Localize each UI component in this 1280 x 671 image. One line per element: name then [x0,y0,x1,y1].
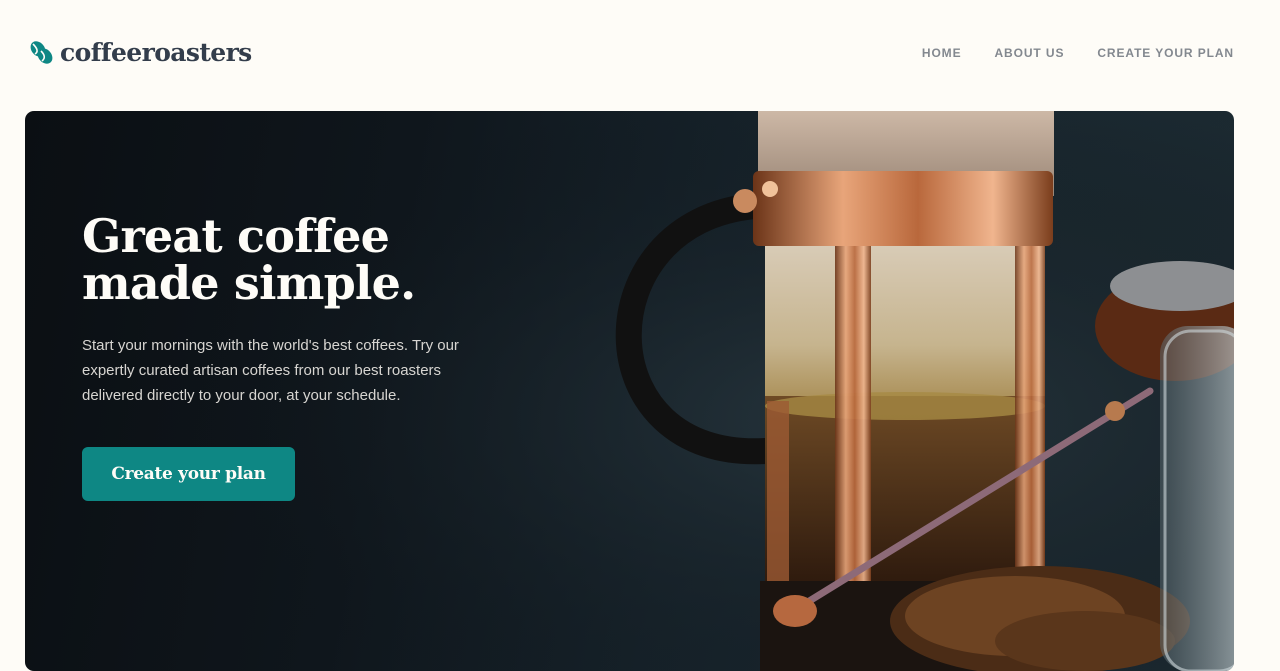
coffee-bean-icon [30,40,53,64]
brand-name: coffeeroasters [60,37,252,67]
nav-about-link[interactable]: ABOUT US [994,46,1064,60]
hero-section: Great coffee made simple. Start your mor… [25,111,1234,671]
nav-home-link[interactable]: HOME [922,46,962,60]
hero-description: Start your mornings with the world's bes… [82,337,459,404]
nav-create-plan-link[interactable]: CREATE YOUR PLAN [1097,46,1234,60]
brand-logo[interactable]: coffeeroasters [29,36,252,68]
site-header: coffeeroasters HOME ABOUT US CREATE YOUR… [0,0,1280,108]
hero-title: Great coffee made simple. [82,213,502,307]
hero-title-line-2: made simple. [82,256,416,310]
create-plan-button[interactable]: Create your plan [82,447,295,501]
hero-title-line-1: Great coffee [82,209,390,263]
main-nav: HOME ABOUT US CREATE YOUR PLAN [922,46,1234,60]
